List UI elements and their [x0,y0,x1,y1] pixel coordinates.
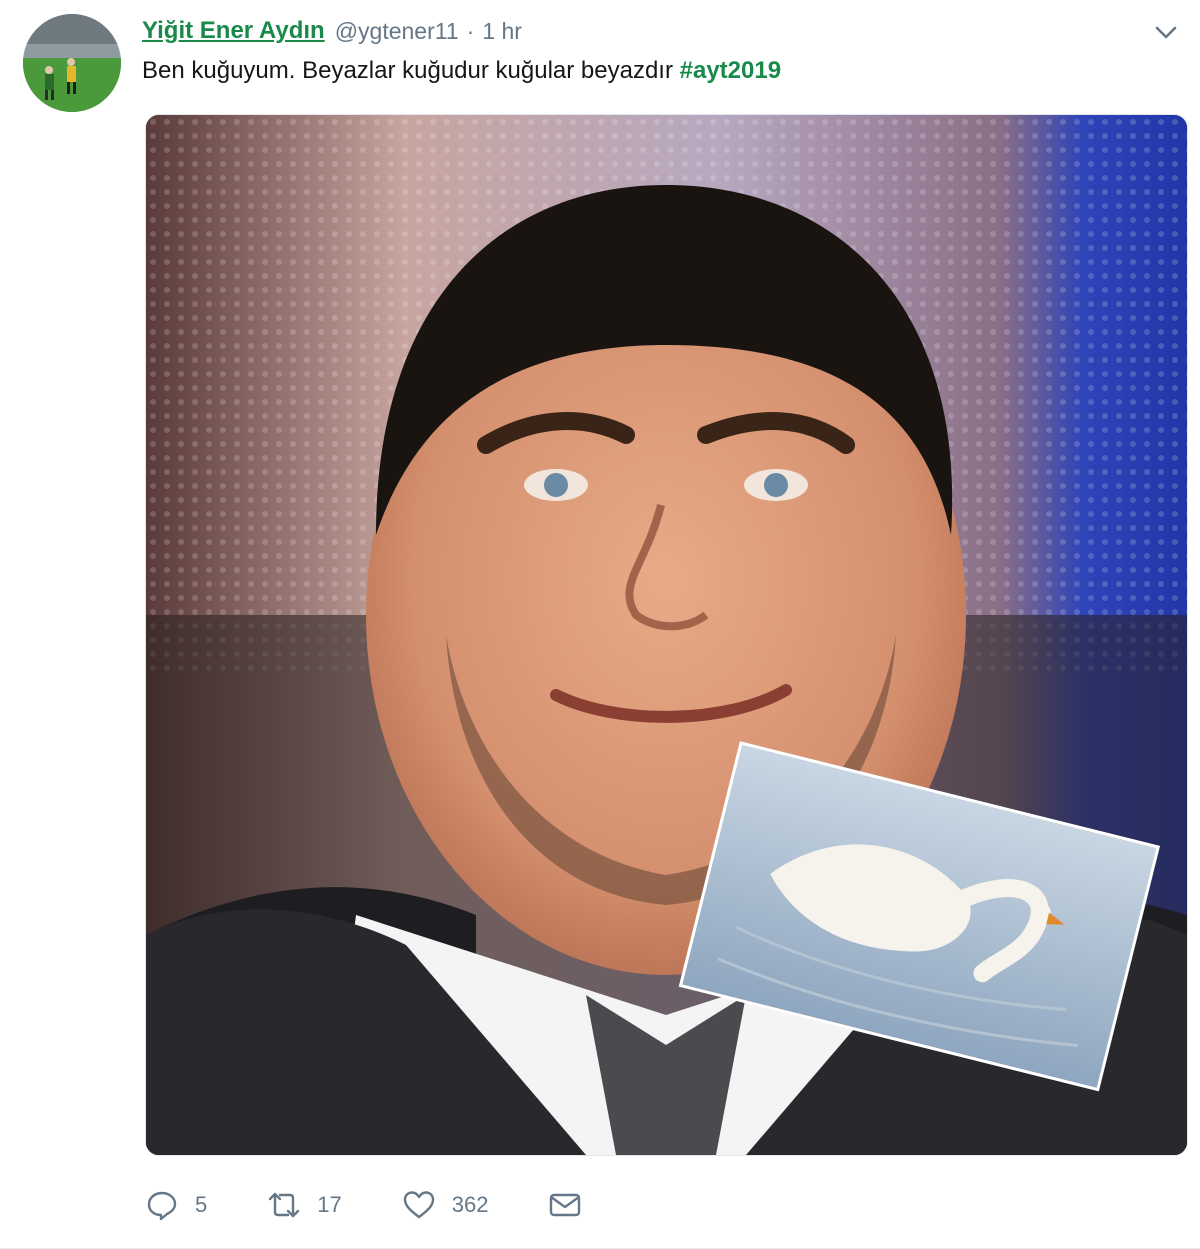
retweet-count: 17 [317,1192,342,1217]
tweet-header: Yiğit Ener Aydın @ygtener11 · 1 hr [142,14,522,48]
reply-count: 5 [195,1192,208,1217]
direct-message-button[interactable] [548,1188,582,1222]
reply-icon [147,1191,177,1221]
heart-icon [403,1191,434,1219]
retweet-button[interactable]: 17 [267,1188,342,1222]
avatar-image [23,14,121,112]
chevron-down-icon[interactable] [1152,18,1180,46]
tweet-text: Ben kuğuyum. Beyazlar kuğudur kuğular be… [142,55,781,87]
reply-button[interactable]: 5 [145,1188,207,1222]
retweet-icon [269,1192,300,1218]
tweet-actions: 5 17 362 [145,1180,642,1230]
avatar[interactable] [23,14,121,112]
tweet-body: Ben kuğuyum. Beyazlar kuğudur kuğular be… [142,57,680,84]
like-count: 362 [451,1192,489,1217]
author-handle[interactable]: @ygtener11 [335,18,459,45]
separator-dot: · [466,17,475,44]
tweet-card[interactable]: Yiğit Ener Aydın @ygtener11 · 1 hr Ben k… [0,0,1200,1249]
like-button[interactable]: 362 [402,1188,489,1222]
hashtag-link[interactable]: #ayt2019 [680,57,781,84]
timestamp[interactable]: 1 hr [482,18,522,45]
author-name[interactable]: Yiğit Ener Aydın [142,17,325,45]
envelope-icon [550,1193,581,1217]
tweet-media[interactable] [145,114,1188,1156]
